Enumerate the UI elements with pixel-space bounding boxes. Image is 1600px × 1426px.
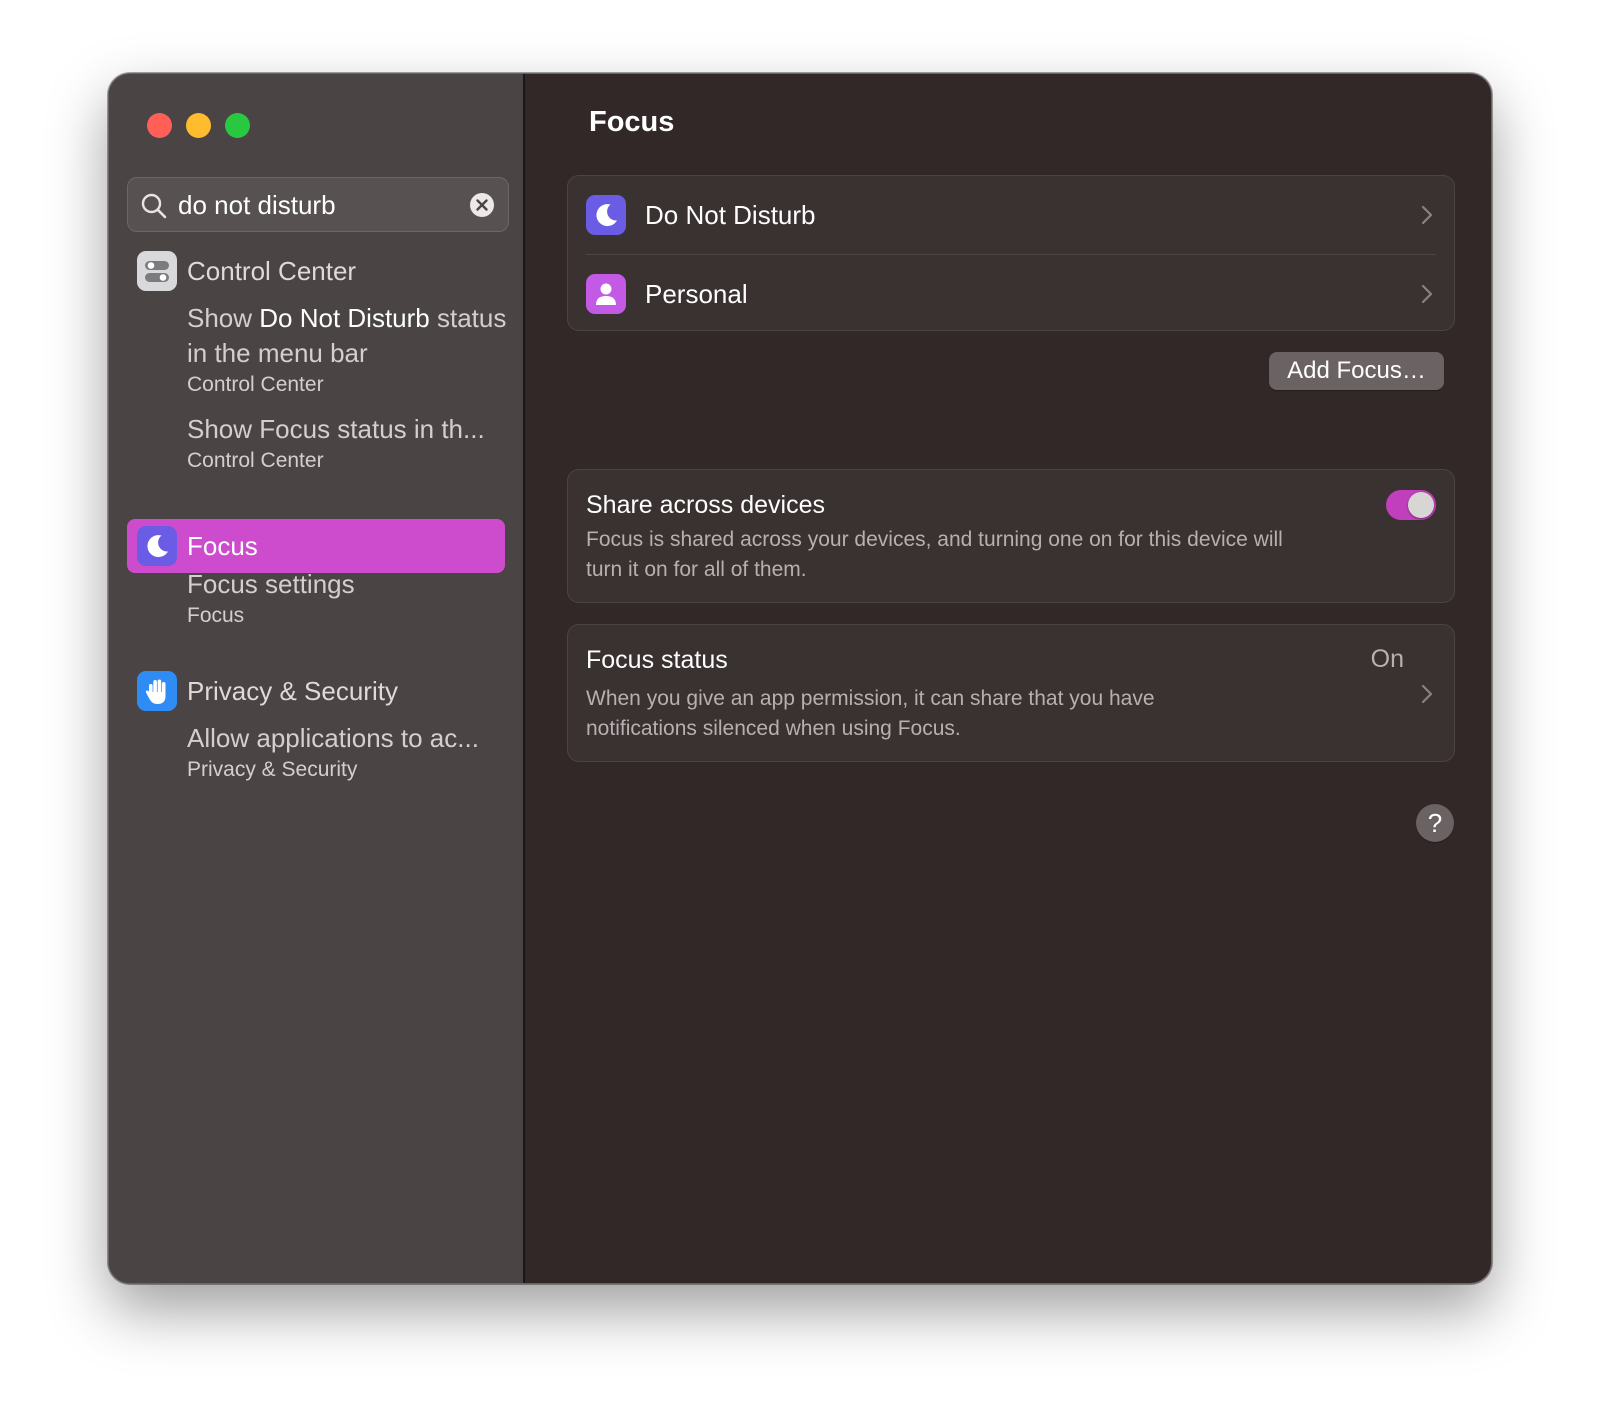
search-field[interactable]: [127, 177, 509, 232]
focus-mode-label: Personal: [645, 279, 748, 309]
moon-icon: [137, 526, 177, 566]
search-result-subtitle: Control Center: [187, 373, 324, 396]
focus-mode-label: Do Not Disturb: [645, 200, 816, 230]
focus-settings-pane: Focus Do Not Disturb Personal Add Focus……: [527, 74, 1491, 1283]
search-result-subtitle: Focus: [187, 604, 245, 627]
raised-hand-icon: [137, 671, 177, 711]
search-result-subtitle: Control Center: [187, 449, 324, 472]
search-result-focus-settings[interactable]: Focus settings Focus: [187, 567, 507, 630]
moon-icon: [586, 195, 626, 235]
search-icon: [141, 193, 167, 219]
sidebar-item-label: Focus: [187, 530, 258, 561]
settings-window: Control Center Show Do Not Disturb statu…: [108, 73, 1492, 1284]
search-result-dnd-menu-bar[interactable]: Show Do Not Disturb status in the menu b…: [187, 301, 507, 399]
toggle-knob: [1408, 492, 1434, 518]
search-result-title: Focus settings: [187, 569, 355, 599]
zoom-window-button[interactable]: [225, 113, 250, 138]
focus-status-value: On: [1370, 645, 1404, 673]
share-across-devices-card: Share across devices Focus is shared acr…: [567, 469, 1455, 603]
search-result-title: Show Do Not Disturb status in the menu b…: [187, 303, 507, 368]
search-result-title: Allow applications to ac...: [187, 723, 479, 753]
sidebar-item-privacy-security[interactable]: Privacy & Security: [137, 671, 398, 711]
search-result-allow-applications[interactable]: Allow applications to ac... Privacy & Se…: [187, 721, 507, 784]
search-result-focus-status-menu-bar[interactable]: Show Focus status in th... Control Cente…: [187, 412, 507, 475]
share-across-devices-title: Share across devices: [586, 491, 826, 519]
chevron-right-icon: [1421, 284, 1433, 304]
share-across-devices-toggle[interactable]: [1386, 490, 1436, 520]
share-across-devices-description: Focus is shared across your devices, and…: [586, 528, 1283, 581]
search-result-subtitle: Privacy & Security: [187, 758, 358, 781]
sidebar-item-label: Control Center: [187, 255, 357, 286]
close-window-button[interactable]: [147, 113, 172, 138]
chevron-right-icon: [1421, 684, 1433, 704]
sidebar-item-focus[interactable]: Focus: [137, 526, 258, 566]
focus-mode-personal[interactable]: Personal: [568, 255, 1454, 333]
minimize-window-button[interactable]: [186, 113, 211, 138]
page-title: Focus: [589, 106, 675, 138]
search-result-title: Show Focus status in th...: [187, 414, 485, 444]
focus-modes-list: Do Not Disturb Personal: [567, 175, 1455, 331]
person-icon: [586, 274, 626, 314]
help-button[interactable]: ?: [1416, 804, 1454, 842]
clear-search-icon[interactable]: [469, 192, 495, 218]
add-focus-button[interactable]: Add Focus…: [1269, 352, 1444, 390]
sidebar-item-control-center[interactable]: Control Center: [137, 251, 356, 291]
control-center-icon: [137, 251, 177, 291]
sidebar: Control Center Show Do Not Disturb statu…: [109, 74, 525, 1283]
focus-status-title: Focus status: [586, 646, 728, 674]
sidebar-item-label: Privacy & Security: [187, 675, 398, 706]
focus-mode-do-not-disturb[interactable]: Do Not Disturb: [568, 176, 1454, 254]
focus-status-row[interactable]: Focus status On When you give an app per…: [567, 624, 1455, 762]
focus-status-description: When you give an app permission, it can …: [586, 687, 1155, 740]
chevron-right-icon: [1421, 205, 1433, 225]
search-input[interactable]: [178, 186, 458, 224]
